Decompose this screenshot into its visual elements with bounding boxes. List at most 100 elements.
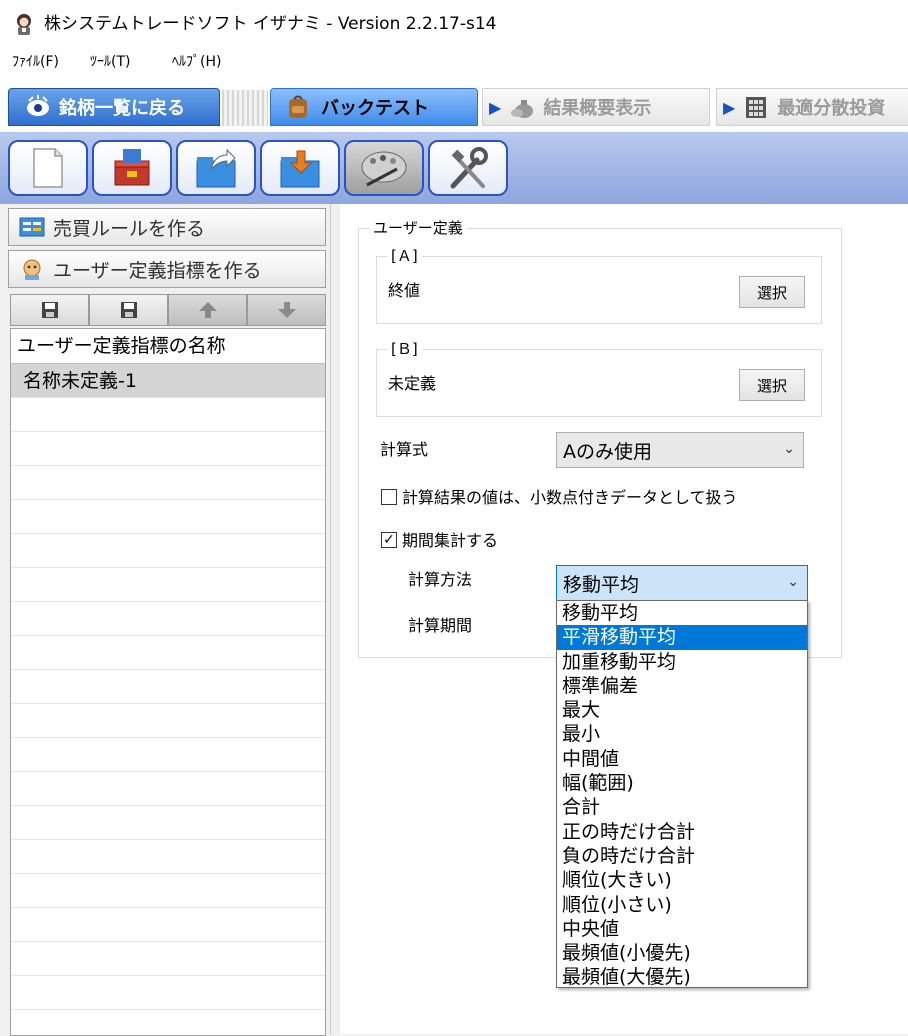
period-checkbox[interactable]: ✓ <box>381 532 397 548</box>
tab-stock-list[interactable]: 銘柄一覧に戻る <box>8 88 220 126</box>
app-character-icon <box>17 14 31 35</box>
tab-strip: 銘柄一覧に戻る バックテスト ▶ 結果概要表示 ▶ 最適分散投資 <box>0 78 908 133</box>
tab-stock-list-label: 銘柄一覧に戻る <box>59 98 185 119</box>
dropdown-option[interactable]: 正の時だけ合計 <box>557 820 807 844</box>
save-button[interactable] <box>10 294 89 326</box>
dropdown-option[interactable]: 順位(小さい) <box>557 893 807 917</box>
dropdown-option[interactable]: 中間値 <box>557 747 807 771</box>
dropdown-option[interactable]: 中央値 <box>557 917 807 941</box>
a-select-button[interactable]: 選択 <box>739 276 805 308</box>
a-value: 終値 <box>388 281 421 300</box>
tools-button[interactable] <box>428 140 508 196</box>
list-empty-row <box>11 568 325 602</box>
chevron-down-icon: ⌄ <box>787 574 799 590</box>
dropdown-option[interactable]: 順位(大きい) <box>557 868 807 892</box>
backpack-icon <box>289 95 307 118</box>
export-folder-icon <box>196 148 236 188</box>
b-group-title: [Ｂ] <box>387 339 422 359</box>
formula-select[interactable]: Aのみ使用 ⌄ <box>556 432 804 468</box>
money-bag-icon <box>511 100 534 118</box>
import-folder-icon <box>280 150 320 188</box>
list-empty-row <box>11 704 325 738</box>
create-indicator-button[interactable]: ユーザー定義指標を作る <box>8 250 326 288</box>
floppy-save-as-icon <box>120 302 137 318</box>
move-up-button[interactable] <box>168 294 247 326</box>
dropdown-option[interactable]: 最小 <box>557 722 807 746</box>
dropdown-option[interactable]: 幅(範囲) <box>557 771 807 795</box>
menu-bar: ﾌｧｲﾙ(F) ﾂｰﾙ(T) ﾍﾙﾌﾟ(H) <box>0 48 908 78</box>
tab-separator <box>222 90 268 126</box>
chevron-down-icon: ⌄ <box>783 441 795 457</box>
list-empty-row <box>11 398 325 432</box>
list-empty-row <box>11 840 325 874</box>
import-chest-button[interactable] <box>92 140 172 196</box>
play-arrow-icon: ▶ <box>489 97 502 117</box>
menu-file[interactable]: ﾌｧｲﾙ(F) <box>12 53 59 71</box>
dropdown-option[interactable]: 加重移動平均 <box>557 650 807 674</box>
tab-optimal-allocation-label: 最適分散投資 <box>777 98 886 119</box>
list-item[interactable]: 名称未定義-1 <box>11 364 325 398</box>
dropdown-option[interactable]: 負の時だけ合計 <box>557 844 807 868</box>
list-header: ユーザー定義指標の名称 <box>11 329 325 364</box>
list-empty-row <box>11 806 325 840</box>
list-empty-row <box>11 942 325 976</box>
new-button[interactable] <box>8 140 88 196</box>
list-empty-row <box>11 636 325 670</box>
import-chest-icon <box>114 149 150 186</box>
a-group-title: [Ａ] <box>387 246 422 266</box>
list-empty-row <box>11 1010 325 1035</box>
play-arrow-icon: ▶ <box>723 97 736 117</box>
menu-help[interactable]: ﾍﾙﾌﾟ(H) <box>172 53 221 71</box>
create-rule-label: 売買ルールを作る <box>53 217 206 240</box>
tab-optimal-allocation[interactable]: ▶ 最適分散投資 <box>716 88 908 126</box>
tab-backtest[interactable]: バックテスト <box>270 88 478 126</box>
list-action-row <box>10 294 326 326</box>
eye-icon <box>27 95 49 116</box>
period-checkbox-label: 期間集計する <box>402 531 499 550</box>
tools-icon <box>450 147 488 189</box>
b-group: [Ｂ] 未定義 選択 <box>376 339 822 417</box>
list-empty-row <box>11 602 325 636</box>
menu-tools[interactable]: ﾂｰﾙ(T) <box>90 53 130 71</box>
dropdown-option[interactable]: 移動平均 <box>557 601 807 625</box>
save-as-button[interactable] <box>89 294 168 326</box>
left-panel: 売買ルールを作る ユーザー定義指標を作る ユーザー定義指標の名称 名称未定義-1 <box>0 204 330 1036</box>
create-rule-button[interactable]: 売買ルールを作る <box>8 208 326 246</box>
title-bar: 株システムトレードソフト イザナミ - Version 2.2.17-s14 <box>0 0 908 48</box>
palette-icon <box>361 151 407 187</box>
dropdown-option[interactable]: 標準偏差 <box>557 674 807 698</box>
tab-result-summary[interactable]: ▶ 結果概要表示 <box>482 88 710 126</box>
arrow-down-icon <box>277 302 296 318</box>
list-empty-row <box>11 874 325 908</box>
tab-backtest-label: バックテスト <box>321 98 429 119</box>
a-group: [Ａ] 終値 選択 <box>376 246 822 324</box>
b-select-button[interactable]: 選択 <box>739 369 805 401</box>
dropdown-option[interactable]: 合計 <box>557 795 807 819</box>
decimal-checkbox-label: 計算結果の値は、小数点付きデータとして扱う <box>402 488 738 507</box>
dropdown-option[interactable]: 最頻値(小優先) <box>557 941 807 965</box>
list-empty-row <box>11 500 325 534</box>
move-down-button[interactable] <box>247 294 326 326</box>
method-select[interactable]: 移動平均 ⌄ <box>556 565 808 601</box>
user-definition-title: ユーザー定義 <box>369 218 467 238</box>
period-label: 計算期間 <box>408 616 473 635</box>
dropdown-option[interactable]: 最大 <box>557 698 807 722</box>
palette-button[interactable] <box>344 140 424 196</box>
list-empty-row <box>11 976 325 1010</box>
new-document-icon <box>33 148 63 188</box>
decimal-checkbox[interactable] <box>381 489 397 505</box>
create-indicator-label: ユーザー定義指標を作る <box>53 259 262 282</box>
floppy-save-icon <box>41 302 58 318</box>
import-button[interactable] <box>260 140 340 196</box>
method-value: 移動平均 <box>563 573 640 596</box>
panel-splitter[interactable] <box>330 204 339 1034</box>
method-dropdown-list: 移動平均 平滑移動平均 加重移動平均 標準偏差 最大 最小 中間値 幅(範囲) … <box>556 600 808 988</box>
arrow-up-icon <box>198 302 217 318</box>
dropdown-option-highlighted[interactable]: 平滑移動平均 <box>557 625 807 650</box>
dropdown-option[interactable]: 最頻値(大優先) <box>557 965 807 989</box>
list-empty-row <box>11 670 325 704</box>
b-value: 未定義 <box>388 374 437 393</box>
rule-card-icon <box>19 217 45 237</box>
export-button[interactable] <box>176 140 256 196</box>
method-label: 計算方法 <box>408 570 473 589</box>
